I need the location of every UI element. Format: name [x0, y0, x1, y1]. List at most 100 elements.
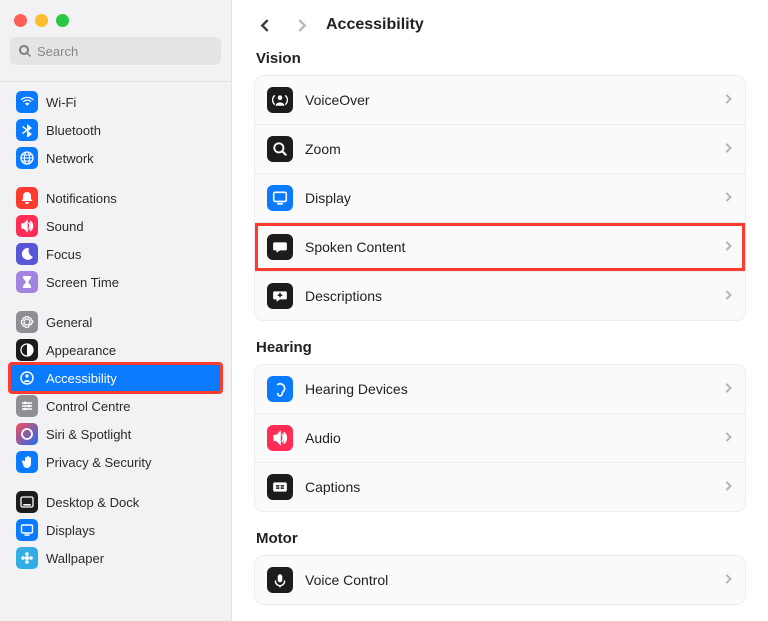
row-zoom[interactable]: Zoom — [255, 125, 745, 174]
row-spoken-content[interactable]: Spoken Content — [255, 223, 745, 272]
row-label: Descriptions — [305, 288, 723, 304]
siri-icon — [16, 423, 38, 445]
chevron-right-icon — [723, 189, 733, 207]
row-audio[interactable]: Audio — [255, 414, 745, 463]
descriptions-icon — [267, 283, 293, 309]
displays-icon — [16, 519, 38, 541]
sidebar: Wi-Fi Bluetooth Network Notifications Sound F… — [0, 0, 232, 621]
window-controls — [0, 0, 231, 37]
wifi-icon — [16, 91, 38, 113]
captions-icon — [267, 474, 293, 500]
sidebar-item-wifi[interactable]: Wi-Fi — [10, 88, 221, 116]
audio-icon — [267, 425, 293, 451]
sidebar-item-bluetooth[interactable]: Bluetooth — [10, 116, 221, 144]
sidebar-item-sound[interactable]: Sound — [10, 212, 221, 240]
sidebar-item-label: Siri & Spotlight — [46, 427, 131, 442]
appearance-icon — [16, 339, 38, 361]
chevron-right-icon — [723, 287, 733, 305]
section-vision: Vision VoiceOver Zoom Display Spoken Content… — [254, 50, 746, 321]
search-box[interactable] — [10, 37, 221, 65]
sidebar-item-label: Sound — [46, 219, 84, 234]
chevron-right-icon — [723, 91, 733, 109]
page-title: Accessibility — [326, 16, 424, 34]
privacy-icon — [16, 451, 38, 473]
search-input[interactable] — [37, 44, 213, 59]
sidebar-item-label: General — [46, 315, 92, 330]
sidebar-item-label: Accessibility — [46, 371, 117, 386]
sidebar-item-label: Control Centre — [46, 399, 131, 414]
chevron-right-icon — [723, 380, 733, 398]
row-voiceover[interactable]: VoiceOver — [255, 76, 745, 125]
sidebar-item-desktop[interactable]: Desktop & Dock — [10, 488, 221, 516]
section-title: Motor — [254, 530, 746, 547]
nav-forward-button — [290, 14, 312, 36]
section-motor: Motor Voice Control — [254, 530, 746, 605]
chevron-right-icon — [723, 140, 733, 158]
sidebar-item-wallpaper[interactable]: Wallpaper — [10, 544, 221, 572]
section-panel: VoiceOver Zoom Display Spoken Content Descri… — [254, 75, 746, 321]
chevron-right-icon — [723, 478, 733, 496]
zoom-icon — [267, 136, 293, 162]
sidebar-item-label: Wi-Fi — [46, 95, 76, 110]
voiceover-icon — [267, 87, 293, 113]
row-label: Spoken Content — [305, 239, 723, 255]
section-title: Hearing — [254, 339, 746, 356]
sidebar-item-label: Notifications — [46, 191, 117, 206]
row-voice-control[interactable]: Voice Control — [255, 556, 745, 604]
sidebar-item-label: Wallpaper — [46, 551, 104, 566]
sidebar-item-notifications[interactable]: Notifications — [10, 184, 221, 212]
accessibility-icon — [16, 367, 38, 389]
sidebar-item-appearance[interactable]: Appearance — [10, 336, 221, 364]
row-label: Voice Control — [305, 572, 723, 588]
sidebar-item-siri[interactable]: Siri & Spotlight — [10, 420, 221, 448]
spoken-content-icon — [267, 234, 293, 260]
sidebar-item-screentime[interactable]: Screen Time — [10, 268, 221, 296]
content-pane: Accessibility Vision VoiceOver Zoom Display… — [232, 0, 768, 621]
chevron-right-icon — [723, 429, 733, 447]
row-label: Audio — [305, 430, 723, 446]
sidebar-item-label: Screen Time — [46, 275, 119, 290]
section-panel: Hearing Devices Audio Captions — [254, 364, 746, 512]
sidebar-item-general[interactable]: General — [10, 308, 221, 336]
sidebar-item-label: Privacy & Security — [46, 455, 151, 470]
chevron-right-icon — [723, 571, 733, 589]
voice-control-icon — [267, 567, 293, 593]
network-icon — [16, 147, 38, 169]
row-hearing-devices[interactable]: Hearing Devices — [255, 365, 745, 414]
close-button[interactable] — [14, 14, 27, 27]
bluetooth-icon — [16, 119, 38, 141]
search-icon — [18, 44, 32, 58]
sidebar-item-label: Desktop & Dock — [46, 495, 139, 510]
section-hearing: Hearing Hearing Devices Audio Captions — [254, 339, 746, 512]
section-title: Vision — [254, 50, 746, 67]
nav-back-button[interactable] — [254, 14, 276, 36]
sidebar-item-accessibility[interactable]: Accessibility — [10, 364, 221, 392]
chevron-right-icon — [723, 238, 733, 256]
row-captions[interactable]: Captions — [255, 463, 745, 511]
desktop-icon — [16, 491, 38, 513]
sidebar-item-displays[interactable]: Displays — [10, 516, 221, 544]
focus-icon — [16, 243, 38, 265]
row-label: Captions — [305, 479, 723, 495]
zoom-button[interactable] — [56, 14, 69, 27]
row-label: Display — [305, 190, 723, 206]
sidebar-item-label: Bluetooth — [46, 123, 101, 138]
sidebar-item-label: Appearance — [46, 343, 116, 358]
minimize-button[interactable] — [35, 14, 48, 27]
general-icon — [16, 311, 38, 333]
wallpaper-icon — [16, 547, 38, 569]
notifications-icon — [16, 187, 38, 209]
content-header: Accessibility — [254, 14, 746, 36]
controlcentre-icon — [16, 395, 38, 417]
sidebar-item-privacy[interactable]: Privacy & Security — [10, 448, 221, 476]
display-icon — [267, 185, 293, 211]
sidebar-divider — [0, 81, 231, 82]
sidebar-item-label: Displays — [46, 523, 95, 538]
row-display[interactable]: Display — [255, 174, 745, 223]
sidebar-item-network[interactable]: Network — [10, 144, 221, 172]
row-label: Zoom — [305, 141, 723, 157]
row-descriptions[interactable]: Descriptions — [255, 272, 745, 320]
sidebar-item-controlcentre[interactable]: Control Centre — [10, 392, 221, 420]
sound-icon — [16, 215, 38, 237]
sidebar-item-focus[interactable]: Focus — [10, 240, 221, 268]
